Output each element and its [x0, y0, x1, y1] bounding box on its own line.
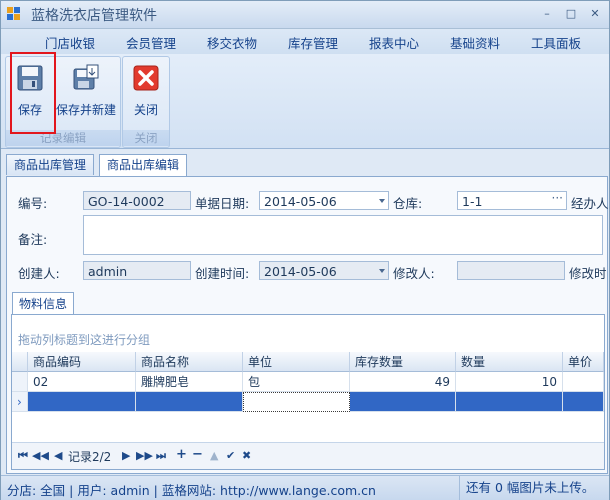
row-indicator[interactable]	[12, 372, 28, 392]
save-new-icon	[73, 64, 99, 90]
tab-outbound-edit[interactable]: 商品出库编辑	[99, 154, 188, 177]
app-window: 蓝格洗衣店管理软件 – □ ✕ 门店收银 会员管理 移交衣物 库存管理 报表中心…	[0, 0, 610, 500]
cell-code[interactable]: 02	[28, 372, 136, 392]
new-row-cell-qty[interactable]	[456, 392, 563, 412]
menu-item-members[interactable]: 会员管理	[126, 33, 176, 52]
chevron-down-icon[interactable]	[379, 269, 385, 273]
close-button-label: 关闭	[133, 103, 158, 117]
new-row-cell-stock[interactable]	[350, 392, 456, 412]
close-red-x-icon	[133, 65, 159, 91]
cell-qty[interactable]: 10	[456, 372, 563, 392]
column-header-stock[interactable]: 库存数量	[350, 352, 456, 372]
modified-time-label: 修改时	[569, 266, 607, 281]
cell-name[interactable]: 雕牌肥皂	[136, 372, 243, 392]
warehouse-label: 仓库:	[393, 196, 423, 211]
next-record-button[interactable]: ▶	[122, 449, 130, 462]
new-row-cell-code[interactable]	[28, 392, 136, 412]
date-picker[interactable]: 2014-05-06	[259, 191, 389, 210]
modifier-field[interactable]	[457, 261, 565, 280]
cell-unit[interactable]: 包	[243, 372, 350, 392]
ribbon-group-label: 关闭	[123, 130, 169, 146]
menu-item-inventory[interactable]: 库存管理	[288, 33, 338, 52]
prev-page-button[interactable]: ◀◀	[32, 449, 49, 462]
creator-label: 创建人:	[18, 266, 60, 281]
creator-field[interactable]: admin	[83, 261, 191, 280]
menu-item-tools[interactable]: 工具面板	[531, 33, 581, 52]
new-row-indicator[interactable]: ›	[12, 392, 28, 412]
cell-price[interactable]	[563, 372, 604, 392]
first-record-button[interactable]: ⏮	[18, 449, 28, 463]
close-button[interactable]: 关闭	[125, 59, 167, 121]
created-time-picker[interactable]: 2014-05-06	[259, 261, 389, 280]
minimize-button[interactable]: –	[537, 5, 557, 23]
new-row-cell-price[interactable]	[563, 392, 604, 412]
menu-item-transfer[interactable]: 移交衣物	[207, 33, 257, 52]
new-row-cell-unit-focused[interactable]	[243, 392, 350, 412]
close-window-button[interactable]: ✕	[585, 5, 605, 23]
date-label: 单据日期:	[195, 196, 250, 211]
handler-label: 经办人	[571, 196, 609, 211]
save-and-new-button[interactable]: 保存并新建	[56, 59, 116, 121]
ribbon-group-close: 关闭 关闭	[122, 56, 170, 148]
edit-panel: 编号: GO-14-0002 单据日期: 2014-05-06 仓库: 1-1 …	[6, 176, 609, 474]
column-header-unit[interactable]: 单位	[243, 352, 350, 372]
modifier-label: 修改人:	[393, 266, 435, 281]
code-field[interactable]: GO-14-0002	[83, 191, 191, 210]
upload-status: 还有 0 幅图片未上传。	[459, 476, 609, 500]
column-header-name[interactable]: 商品名称	[136, 352, 243, 372]
new-row-cell-name[interactable]	[136, 392, 243, 412]
delete-record-button[interactable]: −	[192, 447, 203, 462]
menu-item-reports[interactable]: 报表中心	[369, 33, 419, 52]
created-time-label: 创建时间:	[195, 266, 250, 281]
grid-navigator: ⏮ ◀◀ ◀ 记录2/2 ▶ ▶▶ ⏭ + − ▲ ✔ ✖	[12, 442, 604, 469]
group-by-hint: 拖动列标题到这进行分组	[18, 333, 151, 347]
material-grid: 拖动列标题到这进行分组 商品编码 商品名称 单位 库存数量 数量 单价 02 雕…	[11, 314, 605, 470]
app-logo-icon	[7, 7, 22, 21]
save-and-new-button-label: 保存并新建	[56, 103, 117, 117]
save-button-highlight	[10, 52, 56, 134]
column-header-qty[interactable]: 数量	[456, 352, 563, 372]
code-label: 编号:	[18, 196, 48, 211]
cell-stock[interactable]: 49	[350, 372, 456, 392]
chevron-down-icon[interactable]	[379, 199, 385, 203]
title-bar: 蓝格洗衣店管理软件 – □ ✕	[1, 1, 609, 29]
edit-record-button[interactable]: ▲	[210, 449, 218, 462]
maximize-button[interactable]: □	[561, 5, 581, 23]
remark-field[interactable]	[83, 215, 603, 255]
row-indicator-header	[12, 352, 28, 372]
window-title: 蓝格洗衣店管理软件	[31, 8, 157, 24]
warehouse-picker[interactable]: 1-1 ···	[457, 191, 567, 210]
tab-material-info[interactable]: 物料信息	[12, 292, 75, 315]
status-info: 分店: 全国 | 用户: admin | 蓝格网站: http://www.la…	[7, 483, 376, 498]
next-page-button[interactable]: ▶▶	[136, 449, 153, 462]
date-value: 2014-05-06	[264, 194, 337, 209]
cancel-edit-button[interactable]: ✖	[242, 449, 251, 462]
menu-bar: 门店收银 会员管理 移交衣物 库存管理 报表中心 基础资料 工具面板	[1, 29, 609, 54]
prev-record-button[interactable]: ◀	[54, 449, 62, 462]
append-record-button[interactable]: +	[176, 447, 187, 462]
created-time-value: 2014-05-06	[264, 264, 337, 279]
tab-outbound-management[interactable]: 商品出库管理	[6, 154, 95, 175]
status-bar: 分店: 全国 | 用户: admin | 蓝格网站: http://www.la…	[1, 475, 609, 500]
menu-item-base-data[interactable]: 基础资料	[450, 33, 500, 52]
column-header-price[interactable]: 单价	[563, 352, 604, 372]
warehouse-value: 1-1	[462, 194, 483, 209]
record-counter: 记录2/2	[68, 450, 112, 464]
ellipsis-icon[interactable]: ···	[552, 189, 563, 208]
ribbon: 保存 保存并新建 记录编辑 关闭 关闭	[1, 54, 609, 149]
grid-table: 商品编码 商品名称 单位 库存数量 数量 单价 02 雕牌肥皂 包 49 10 …	[12, 352, 604, 442]
column-header-code[interactable]: 商品编码	[28, 352, 136, 372]
end-edit-button[interactable]: ✔	[226, 449, 235, 462]
last-record-button[interactable]: ⏭	[156, 449, 166, 463]
menu-item-cashier[interactable]: 门店收银	[45, 33, 95, 52]
remark-label: 备注:	[18, 232, 48, 247]
